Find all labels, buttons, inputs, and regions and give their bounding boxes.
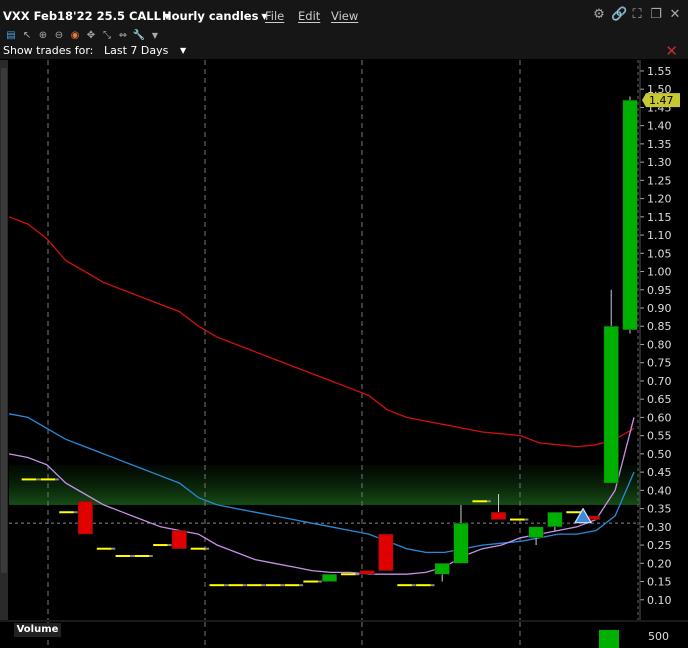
candle-down xyxy=(490,511,507,520)
y-tick-label: 1.35 xyxy=(647,138,672,151)
candle-up xyxy=(622,99,638,331)
y-tick-label: 1.05 xyxy=(647,247,672,260)
y-tick-label: 1.20 xyxy=(647,193,672,206)
y-tick-label: 0.35 xyxy=(647,503,672,516)
y-tick-label: 0.75 xyxy=(647,357,672,370)
y-tick-label: 0.65 xyxy=(647,393,672,406)
y-tick-label: 0.25 xyxy=(647,539,672,552)
y-tick-label: 1.10 xyxy=(647,229,672,242)
candle-up xyxy=(547,511,563,528)
y-tick-label: 0.10 xyxy=(647,594,672,607)
y-tick-label: 0.80 xyxy=(647,338,672,351)
volume-bar xyxy=(599,630,619,648)
y-tick-label: 0.60 xyxy=(647,411,672,424)
price-chart[interactable]: 0.10 0.15 0.20 0.25 0.30 0.35 0.40 0.45 0.50 0.55… xyxy=(0,0,688,648)
candle-down xyxy=(77,501,93,535)
volume-panel-label: Volume xyxy=(14,623,61,637)
y-tick-label: 1.30 xyxy=(647,156,672,169)
candle-down xyxy=(171,530,187,549)
candle-up xyxy=(603,325,619,484)
candle-down xyxy=(378,533,394,571)
y-tick-label: 1.00 xyxy=(647,266,672,279)
y-tick-label: 0.30 xyxy=(647,521,672,534)
y-tick-label: 0.95 xyxy=(647,284,672,297)
candle-up xyxy=(434,563,450,575)
y-tick-label: 0.70 xyxy=(647,375,672,388)
candle-up xyxy=(321,573,338,582)
moving-average-line xyxy=(8,216,635,448)
y-tick-label: 0.15 xyxy=(647,576,672,589)
candle-down xyxy=(359,570,375,575)
candle-up xyxy=(453,522,469,564)
y-tick-label: 0.40 xyxy=(647,484,672,497)
y-tick-label: 0.50 xyxy=(647,448,672,461)
y-tick-label: 1.55 xyxy=(647,65,672,78)
y-tick-label: 1.40 xyxy=(647,120,672,133)
y-tick-label: 0.85 xyxy=(647,320,672,333)
last-price-label: 1.47 xyxy=(649,94,674,107)
candle-up xyxy=(528,526,544,539)
y-tick-label: 0.55 xyxy=(647,430,672,443)
y-tick-label: 1.15 xyxy=(647,211,672,224)
y-tick-label: 0.20 xyxy=(647,557,672,570)
y-tick-label: 1.25 xyxy=(647,174,672,187)
highlight-band xyxy=(9,464,640,505)
volume-tick-label: 500 xyxy=(648,630,669,643)
scrollbar-thumb xyxy=(1,68,7,573)
y-tick-label: 0.45 xyxy=(647,466,672,479)
y-tick-label: 0.90 xyxy=(647,302,672,315)
last-price-pointer xyxy=(642,93,646,108)
